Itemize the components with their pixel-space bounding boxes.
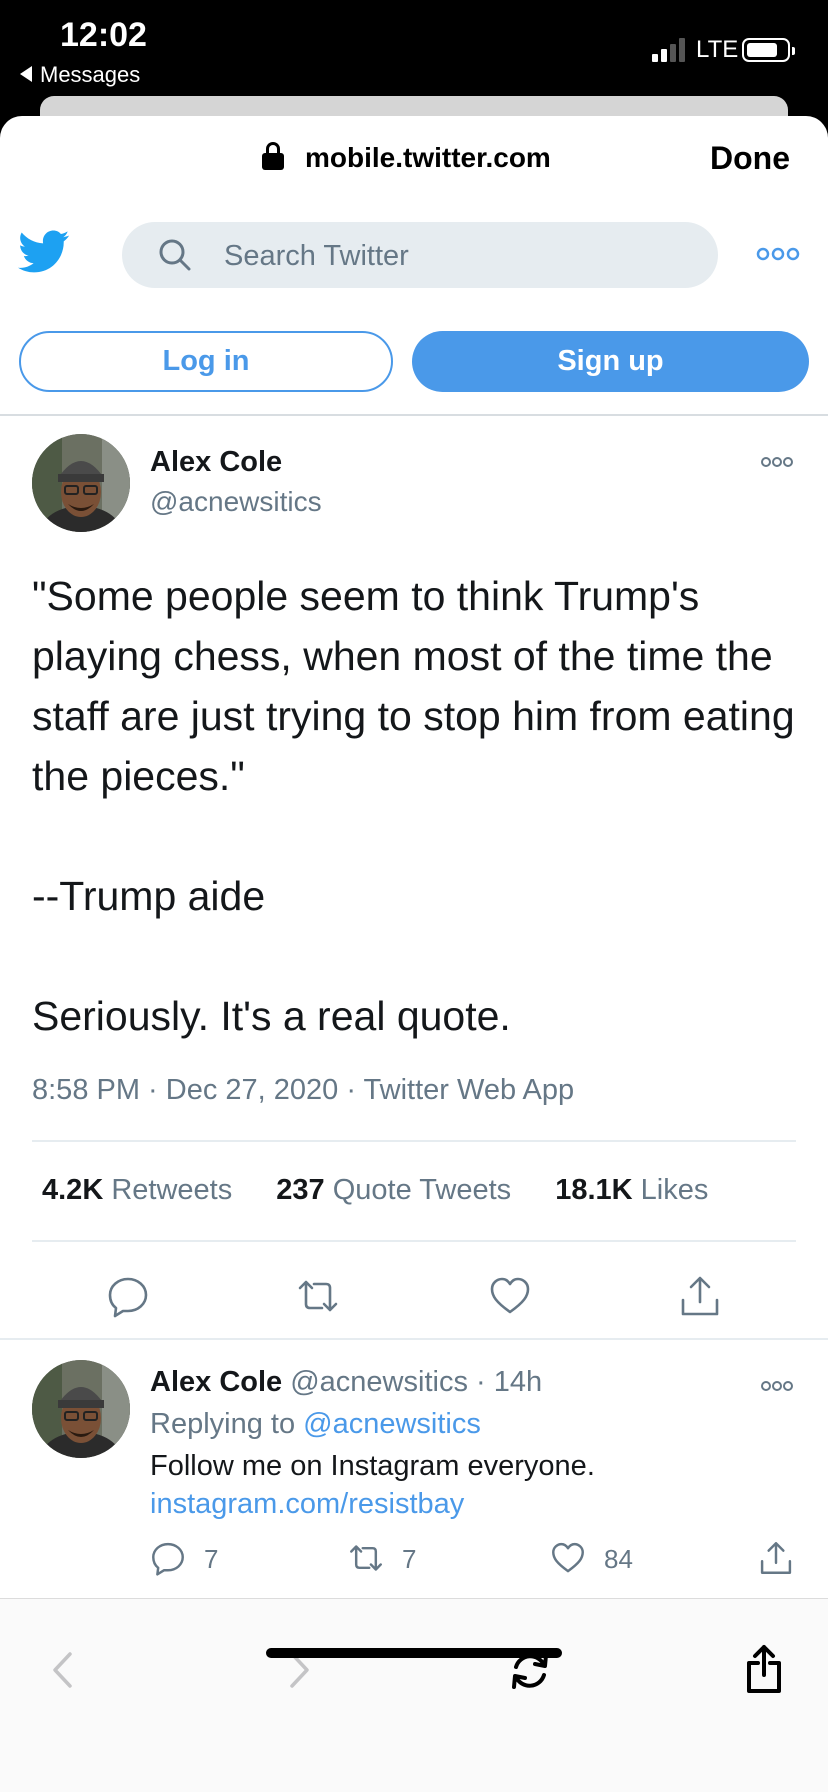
url-bar: mobile.twitter.com Done (0, 116, 828, 196)
like-count: 84 (604, 1544, 633, 1574)
search-icon (159, 239, 191, 271)
back-to-messages[interactable]: Messages (20, 62, 140, 88)
browser-sheet: mobile.twitter.com Done Search Twitter L… (0, 116, 828, 1792)
back-label: Messages (40, 62, 141, 87)
more-options-icon[interactable] (756, 246, 800, 262)
reply-icon[interactable] (106, 1274, 150, 1318)
browser-toolbar (0, 1598, 828, 1792)
author-handle[interactable]: @acnewsitics (150, 486, 322, 518)
reply-avatar[interactable] (32, 1360, 130, 1458)
url-text: mobile.twitter.com (305, 142, 551, 173)
signal-icon (652, 38, 688, 62)
divider (0, 1338, 828, 1340)
share-icon (760, 1542, 792, 1574)
reply-header: Alex Cole @acnewsitics · 14h (150, 1366, 543, 1398)
like-icon (552, 1542, 584, 1573)
done-button[interactable]: Done (710, 140, 790, 177)
divider (32, 1140, 796, 1142)
author-name[interactable]: Alex Cole (150, 446, 282, 479)
avatar[interactable] (32, 434, 130, 532)
share-icon[interactable] (744, 1643, 784, 1695)
quote-tweets-stat[interactable]: 237 Quote Tweets (276, 1174, 511, 1207)
retweets-stat[interactable]: 4.2K Retweets (42, 1174, 232, 1207)
back-arrow-icon[interactable] (50, 1651, 76, 1689)
twitter-bird-icon[interactable] (18, 230, 70, 274)
network-type: LTE (696, 36, 739, 63)
tweet-stats: 4.2K Retweets 237 Quote Tweets 18.1K Lik… (42, 1174, 744, 1207)
retweet-icon[interactable] (296, 1274, 340, 1318)
search-placeholder: Search Twitter (224, 240, 409, 272)
reply-text: Follow me on Instagram everyone. (150, 1450, 595, 1482)
back-arrow-icon (20, 66, 32, 82)
replying-to-link[interactable]: @acnewsitics (303, 1408, 481, 1440)
home-indicator[interactable] (266, 1648, 562, 1658)
battery-icon (742, 38, 795, 62)
lock-icon (262, 142, 284, 170)
header-divider (0, 414, 828, 416)
tweet-more-icon[interactable] (760, 456, 794, 468)
login-button[interactable]: Log in (19, 331, 393, 392)
reply-more-icon[interactable] (760, 1380, 794, 1392)
replying-to: Replying to @acnewsitics (150, 1408, 481, 1440)
status-time: 12:02 (60, 16, 147, 54)
reply-time[interactable]: 14h (494, 1366, 542, 1398)
signup-button[interactable]: Sign up (412, 331, 809, 392)
reply-icon (152, 1542, 184, 1576)
tweet-text: "Some people seem to think Trump's playi… (32, 573, 795, 1039)
likes-stat[interactable]: 18.1K Likes (555, 1174, 708, 1207)
reply-author-name[interactable]: Alex Cole (150, 1366, 282, 1398)
retweet-icon (350, 1545, 382, 1571)
tweet-timestamp[interactable]: 8:58 PM · Dec 27, 2020 · Twitter Web App (32, 1074, 574, 1107)
reply-count: 7 (204, 1544, 219, 1574)
reply-link[interactable]: instagram.com/resistbay (150, 1488, 464, 1521)
like-icon[interactable] (488, 1274, 532, 1318)
retweet-count: 7 (402, 1544, 417, 1574)
divider (32, 1240, 796, 1242)
share-icon[interactable] (678, 1274, 722, 1318)
reply-author-handle[interactable]: @acnewsitics (290, 1366, 468, 1398)
search-input[interactable]: Search Twitter (122, 222, 718, 288)
